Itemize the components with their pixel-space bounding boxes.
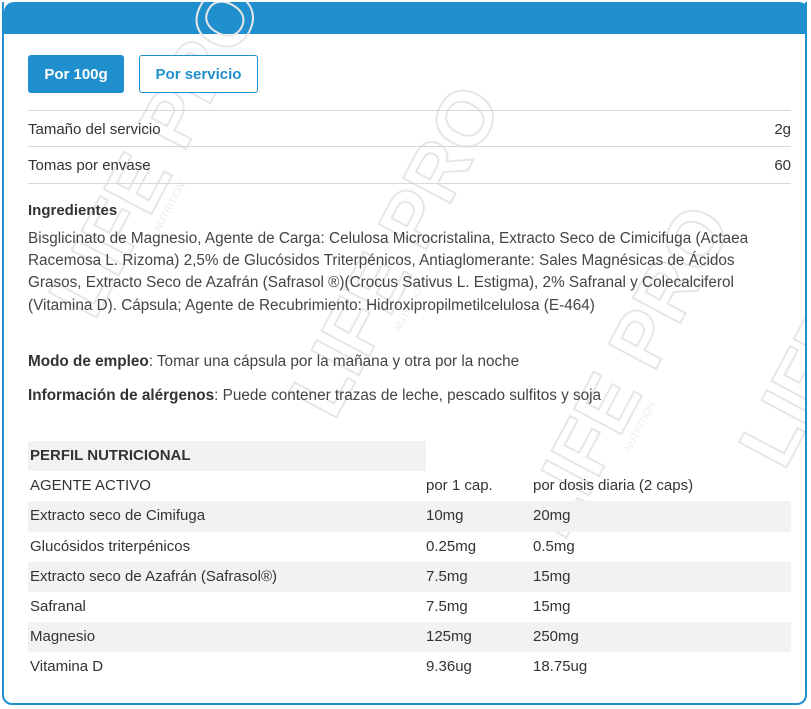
table-row: Vitamina D 9.36ug 18.75ug [28,652,791,682]
table-title-row: PERFIL NUTRICIONAL [28,441,791,472]
tab-per-100g[interactable]: Por 100g [28,55,124,93]
row-agent: Vitamina D [30,658,104,676]
allergens-text: : Puede contener trazas de leche, pescad… [214,387,602,404]
header-active-agent: AGENTE ACTIVO [30,477,151,495]
row-per-cap: 9.36ug [426,658,472,676]
row-per-cap: 10mg [426,507,464,525]
tab-per-serving[interactable]: Por servicio [139,55,258,93]
doses-per-container-row: Tomas por envase 60 [28,146,791,184]
row-per-dose: 0.5mg [533,537,575,555]
header-per-daily-dose: por dosis diaria (2 caps) [533,477,694,495]
row-agent: Safranal [30,597,86,615]
row-per-dose: 15mg [533,567,571,585]
usage-label: Modo de empleo [28,353,149,370]
doses-value: 60 [774,156,791,174]
row-per-dose: 250mg [533,628,579,646]
row-per-dose: 20mg [533,507,571,525]
serving-size-value: 2g [774,120,791,138]
table-header-row: AGENTE ACTIVO por 1 cap. por dosis diari… [28,471,791,501]
allergens-label: Información de alérgenos [28,387,215,404]
row-agent: Glucósidos triterpénicos [30,537,191,555]
row-per-dose: 18.75ug [533,658,588,676]
row-per-cap: 0.25mg [426,537,477,555]
row-agent: Extracto seco de Azafrán (Safrasol®) [30,567,277,585]
serving-size-label: Tamaño del servicio [28,120,161,138]
serving-size-row: Tamaño del servicio 2g [28,110,791,147]
row-per-cap: 7.5mg [426,567,468,585]
header-per-cap: por 1 cap. [426,477,493,495]
ingredients-text: Bisglicinato de Magnesio, Agente de Carg… [28,230,749,314]
table-row: Magnesio 125mg 250mg [28,622,791,653]
row-agent: Extracto seco de Cimifuga [30,507,206,525]
doses-label: Tomas por envase [28,156,151,174]
nutrition-profile-table: PERFIL NUTRICIONAL AGENTE ACTIVO por 1 c… [28,441,791,683]
table-title: PERFIL NUTRICIONAL [30,447,191,464]
table-row: Extracto seco de Cimifuga 10mg 20mg [28,501,791,532]
allergens-line: Información de alérgenos: Puede contener… [28,387,601,405]
nutrition-panel: LIFE PRO LIFE PRO LIFE PRO LIFE PRO NUTR… [2,2,807,705]
row-per-cap: 7.5mg [426,597,468,615]
usage-line: Modo de empleo: Tomar una cápsula por la… [28,353,519,371]
table-row: Safranal 7.5mg 15mg [28,592,791,622]
ingredients-heading: Ingredientes [28,202,118,219]
row-per-cap: 125mg [426,628,472,646]
usage-text: : Tomar una cápsula por la mañana y otra… [148,353,520,370]
table-row: Extracto seco de Azafrán (Safrasol®) 7.5… [28,561,791,592]
row-per-dose: 15mg [533,597,571,615]
row-agent: Magnesio [30,628,96,646]
table-row: Glucósidos triterpénicos 0.25mg 0.5mg [28,532,791,562]
